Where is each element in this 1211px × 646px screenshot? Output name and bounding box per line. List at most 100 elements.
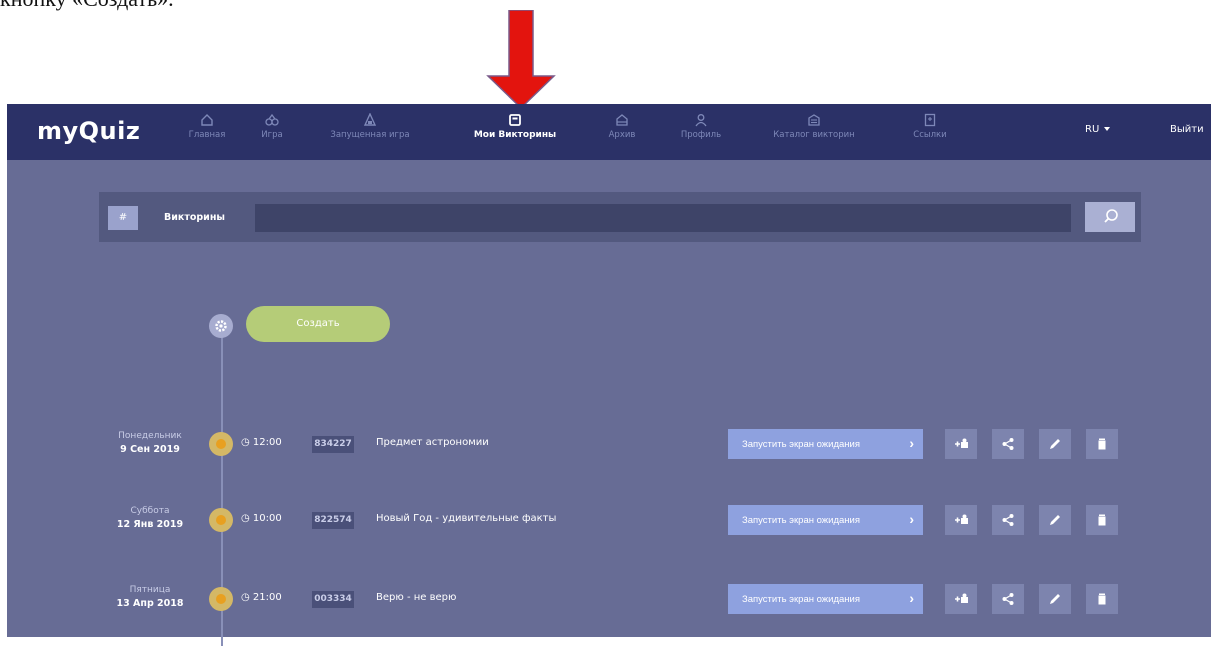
app-logo[interactable]: myQuiz — [37, 117, 140, 145]
chevron-down-icon — [1104, 127, 1111, 131]
launch-waiting-screen-button[interactable]: Запустить экран ожидания › — [728, 429, 923, 459]
nav-item-home[interactable]: Главная — [179, 113, 235, 153]
gear-icon — [215, 320, 227, 332]
quiz-weekday: Понедельник — [118, 431, 182, 441]
clock-icon: ◷ — [241, 513, 253, 524]
share-icon — [1002, 593, 1014, 605]
red-arrow-top-icon — [486, 10, 556, 110]
archive-icon — [616, 114, 628, 126]
nav-item-profile[interactable]: Профиль — [671, 113, 731, 153]
add-team-button[interactable] — [945, 505, 977, 535]
language-select[interactable]: RU — [1085, 124, 1111, 135]
add-team-icon — [955, 593, 968, 603]
quiz-date-value: 9 Сен 2019 — [120, 444, 180, 455]
nav-item-my-quizzes[interactable]: Мои Викторины — [461, 113, 569, 153]
nav-label: Главная — [188, 130, 226, 140]
pencil-icon — [1050, 515, 1060, 525]
quiz-row: Пятница 13 Апр 2018 ◷ 21:00 003334 Верю … — [7, 580, 1211, 620]
pencil-icon — [1050, 439, 1060, 449]
create-quiz-button[interactable]: Создать — [246, 306, 390, 342]
launch-waiting-screen-button[interactable]: Запустить экран ожидания › — [728, 584, 923, 614]
quiz-date: Пятница 13 Апр 2018 — [99, 584, 201, 610]
quiz-time-value: 10:00 — [252, 513, 282, 524]
share-button[interactable] — [992, 429, 1024, 459]
quiz-weekday: Суббота — [130, 506, 170, 516]
nav-label: Ссылки — [913, 130, 947, 140]
edit-button[interactable] — [1039, 429, 1071, 459]
hash-toggle-button[interactable]: # — [108, 206, 138, 230]
delete-button[interactable] — [1086, 505, 1118, 535]
trash-icon — [1098, 438, 1106, 450]
nav-label: Профиль — [680, 130, 722, 140]
share-button[interactable] — [992, 584, 1024, 614]
links-icon — [924, 113, 936, 127]
quiz-time-value: 12:00 — [252, 437, 282, 448]
nav-item-game[interactable]: Игра — [253, 113, 291, 153]
nav-label: Игра — [261, 130, 283, 140]
edit-button[interactable] — [1039, 505, 1071, 535]
add-team-icon — [955, 438, 968, 448]
launched-game-icon — [363, 113, 377, 126]
quiz-row: Понедельник 9 Сен 2019 ◷ 12:00 834227 Пр… — [7, 424, 1211, 464]
quiz-weekday: Пятница — [129, 585, 171, 595]
quiz-date-value: 13 Апр 2018 — [116, 598, 184, 609]
catalog-icon — [808, 114, 820, 126]
nav-label: Мои Викторины — [473, 130, 557, 140]
quiz-name[interactable]: Верю - не верю — [376, 592, 456, 603]
quiz-name[interactable]: Предмет астрономии — [376, 437, 489, 448]
share-icon — [1002, 438, 1014, 450]
timeline-dot — [209, 587, 233, 611]
search-button[interactable] — [1085, 202, 1135, 232]
quiz-time: ◷ 21:00 — [241, 592, 282, 603]
logout-link[interactable]: Выйти — [1170, 124, 1204, 135]
top-navbar: myQuiz Главная Игра Запущенная игра Мои … — [7, 104, 1211, 160]
add-team-button[interactable] — [945, 584, 977, 614]
nav-item-links[interactable]: Ссылки — [910, 113, 950, 153]
trash-icon — [1098, 514, 1106, 526]
quiz-code: 834227 — [312, 436, 354, 453]
quiz-date: Понедельник 9 Сен 2019 — [99, 430, 201, 456]
document-text-fragment: кнопку «Создать». — [0, 0, 174, 16]
quiz-row: Суббота 12 Янв 2019 ◷ 10:00 822574 Новый… — [7, 501, 1211, 541]
chevron-right-icon: › — [909, 511, 914, 527]
quiz-code: 003334 — [312, 591, 354, 608]
add-team-icon — [955, 514, 968, 524]
launch-waiting-screen-button[interactable]: Запустить экран ожидания › — [728, 505, 923, 535]
pencil-icon — [1050, 594, 1060, 604]
trash-icon — [1098, 593, 1106, 605]
launch-label: Запустить экран ожидания — [742, 514, 860, 526]
share-button[interactable] — [992, 505, 1024, 535]
share-icon — [1002, 514, 1014, 526]
add-team-button[interactable] — [945, 429, 977, 459]
language-value: RU — [1085, 124, 1100, 135]
myquiz-app: myQuiz Главная Игра Запущенная игра Мои … — [7, 104, 1211, 646]
launch-label: Запустить экран ожидания — [742, 593, 860, 605]
nav-item-launched-game[interactable]: Запущенная игра — [323, 113, 417, 153]
timeline-dot — [209, 432, 233, 456]
quiz-name[interactable]: Новый Год - удивительные факты — [376, 513, 556, 524]
nav-item-catalog[interactable]: Каталог викторин — [759, 113, 869, 153]
quiz-date-value: 12 Янв 2019 — [116, 519, 184, 530]
search-label: Викторины — [164, 212, 225, 223]
delete-button[interactable] — [1086, 584, 1118, 614]
delete-button[interactable] — [1086, 429, 1118, 459]
timeline-dot — [209, 508, 233, 532]
home-icon — [201, 114, 213, 126]
my-quizzes-icon — [509, 114, 521, 126]
search-input[interactable] — [255, 204, 1071, 232]
quiz-date: Суббота 12 Янв 2019 — [99, 505, 201, 531]
clock-icon: ◷ — [241, 592, 253, 603]
edit-button[interactable] — [1039, 584, 1071, 614]
game-icon — [265, 113, 279, 126]
clock-icon: ◷ — [241, 437, 253, 448]
profile-icon — [695, 114, 707, 127]
quiz-code: 822574 — [312, 512, 354, 529]
quiz-time: ◷ 12:00 — [241, 437, 282, 448]
quiz-time-value: 21:00 — [252, 592, 282, 603]
chevron-right-icon: › — [909, 590, 914, 606]
quiz-time: ◷ 10:00 — [241, 513, 282, 524]
quiz-search-panel: # Викторины — [99, 192, 1141, 242]
settings-dot[interactable] — [209, 314, 233, 338]
nav-label: Запущенная игра — [330, 130, 410, 140]
nav-item-archive[interactable]: Архив — [601, 113, 643, 153]
